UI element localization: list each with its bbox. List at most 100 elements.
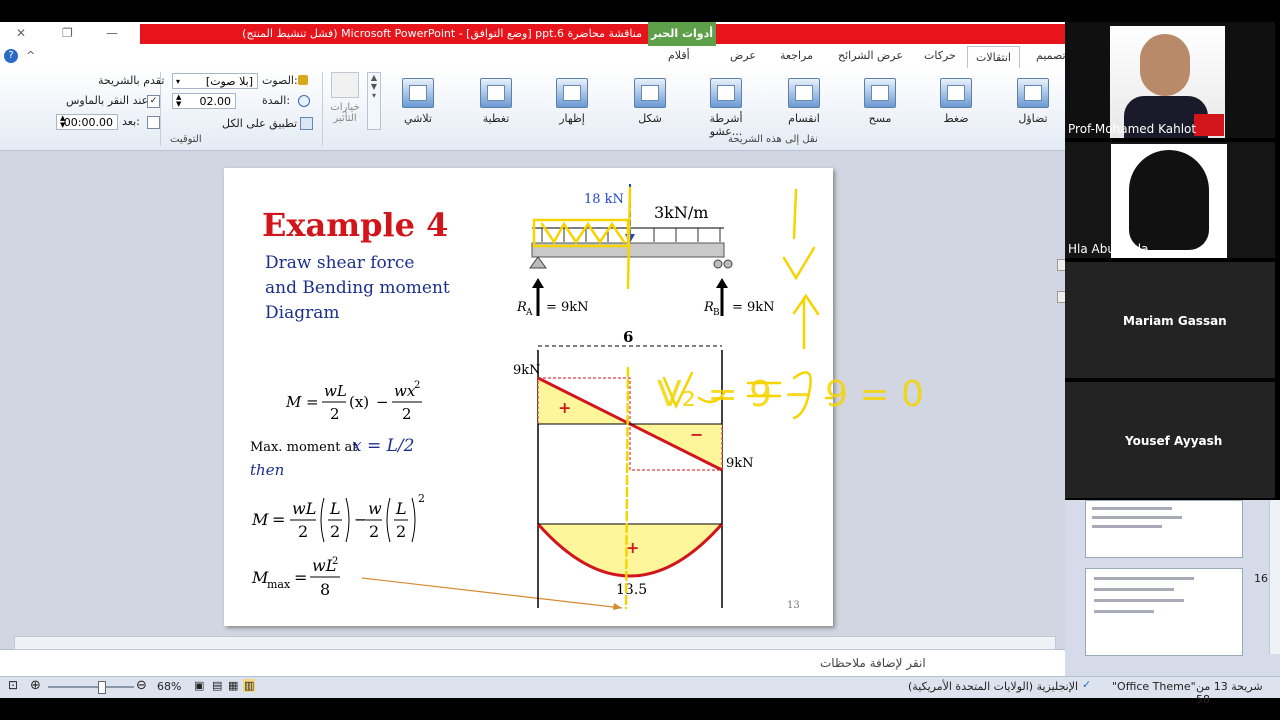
restore-icon[interactable]: ❐: [62, 26, 73, 40]
sorter-view-icon[interactable]: ▦: [228, 679, 238, 692]
apply-all-icon: [300, 117, 313, 130]
arrow-head: [613, 603, 622, 610]
svg-text:w: w: [368, 499, 382, 518]
transition-shape[interactable]: شكل: [620, 78, 680, 125]
slide-canvas[interactable]: Example 4 Draw shear force and Bending m…: [224, 168, 924, 626]
ink-tools-tab[interactable]: أدوات الحبر: [648, 22, 716, 46]
thumbnail-number: 16: [1254, 572, 1268, 585]
duration-label: المدة:: [262, 94, 291, 107]
slide-thumbnail[interactable]: [1085, 568, 1243, 656]
slideshow-view-icon[interactable]: ▣: [194, 679, 204, 692]
subtitle-line-3: Diagram: [265, 303, 339, 323]
reaction-b-label: = 9kN: [732, 300, 775, 315]
after-input[interactable]: ▲ ▼ 00:00.00: [56, 114, 118, 130]
transition-icon: [864, 78, 896, 108]
zoom-slider-thumb[interactable]: [98, 681, 106, 694]
transition-icon: [1017, 78, 1049, 108]
language-indicator[interactable]: الإنجليزية (الولايات المتحدة الأمريكية): [908, 680, 1078, 693]
notes-placeholder: انقر لإضافة ملاحظات: [820, 656, 926, 670]
moment-plus: +: [626, 538, 639, 557]
help-icon[interactable]: ?: [4, 49, 18, 63]
distributed-load-label: 3kN/m: [654, 203, 708, 222]
zoom-out-icon[interactable]: ⊖: [136, 678, 147, 693]
svg-text:=: =: [294, 568, 307, 587]
timing-group-label: التوقيت: [170, 134, 202, 145]
tab-review[interactable]: مراجعة: [780, 49, 813, 62]
max-moment-x: x = L/2: [352, 436, 414, 456]
transition-random-bars[interactable]: أشرطة عشو...: [696, 78, 756, 138]
roller-support: [723, 259, 733, 269]
svg-text:(x): (x): [349, 393, 369, 411]
horizontal-scrollbar[interactable]: [14, 636, 1056, 650]
reading-view-icon[interactable]: ▤: [212, 679, 222, 692]
video-participants-panel: Prof-Mohamed Kahlot Hla Abu Riala Mariam…: [1065, 22, 1280, 500]
tab-transitions[interactable]: انتقالات: [967, 46, 1020, 70]
reaction-b-arrowhead: [716, 278, 728, 288]
tab-pens[interactable]: أقلام: [668, 49, 690, 62]
avatar: [1111, 144, 1227, 258]
participant-tile[interactable]: Yousef Ayyash: [1065, 382, 1275, 498]
close-icon[interactable]: ✕: [16, 26, 26, 40]
tab-slideshow[interactable]: عرض الشرائح: [838, 49, 903, 62]
svg-text:2: 2: [418, 492, 425, 505]
transition-icon: [480, 78, 512, 108]
slide-thumbnail[interactable]: [1085, 500, 1243, 558]
slide-number: 13: [787, 600, 800, 611]
spell-check-icon[interactable]: ✓: [1082, 678, 1096, 692]
normal-view-icon[interactable]: ▥: [243, 679, 256, 692]
transition-uncover[interactable]: إظهار: [542, 78, 602, 125]
apply-all-button[interactable]: تطبيق على الكل: [222, 117, 297, 130]
zoom-level[interactable]: 68%: [157, 680, 181, 693]
transition-split[interactable]: انقسام: [774, 78, 834, 125]
on-click-checkbox[interactable]: ✓: [147, 95, 160, 108]
shear-plus: +: [558, 398, 571, 417]
span-label: 6: [623, 328, 633, 346]
svg-text:2: 2: [298, 522, 308, 541]
participant-tile[interactable]: Prof-Mohamed Kahlot: [1065, 22, 1275, 138]
zoom-in-icon[interactable]: ⊕: [30, 678, 41, 693]
svg-text:2: 2: [414, 380, 420, 391]
transition-wipe[interactable]: مسح: [850, 78, 910, 125]
transition-cover[interactable]: تغطية: [466, 78, 526, 125]
fit-slide-icon[interactable]: ⊡: [8, 678, 18, 692]
ink-handwriting: V₂ = 9 − 9 = 0: [657, 374, 924, 415]
status-bar: شريحة 13 من 58 "Office Theme" ✓ الإنجليز…: [0, 676, 1280, 706]
notes-pane[interactable]: انقر لإضافة ملاحظات: [0, 636, 1065, 677]
tab-view[interactable]: عرض: [730, 49, 756, 62]
transition-dissolve[interactable]: تلاشي: [388, 78, 448, 125]
tab-design[interactable]: تصميم: [1036, 49, 1066, 62]
transition-fade-through[interactable]: تضاؤل: [1003, 78, 1063, 125]
svg-text:2: 2: [332, 556, 338, 567]
svg-text:2: 2: [330, 522, 340, 541]
vertical-scrollbar[interactable]: [1269, 500, 1280, 654]
duration-input[interactable]: ▲ ▼ 02.00: [172, 93, 236, 109]
after-checkbox[interactable]: [147, 116, 160, 129]
zoom-slider[interactable]: [48, 686, 134, 688]
transition-push[interactable]: ضغط: [926, 78, 986, 125]
slide-thumbnails-panel: 16: [1065, 500, 1280, 656]
spinner-icon[interactable]: ▲ ▼: [176, 94, 181, 108]
moment-max-label: 13.5: [616, 582, 647, 598]
minimize-icon[interactable]: —: [106, 26, 118, 40]
tab-animations[interactable]: حركات: [924, 49, 956, 62]
transition-icon: [940, 78, 972, 108]
sound-select[interactable]: ▾ [بلا صوت]: [172, 73, 258, 89]
moment-formula: M = wL 2 (x) − wx2 2: [285, 380, 422, 423]
shear-right-label: 9kN: [726, 456, 754, 471]
participant-tile[interactable]: Mariam Gassan: [1065, 262, 1275, 378]
gallery-scroll[interactable]: ▲ ▼ ▾: [367, 72, 381, 130]
svg-text:max: max: [267, 578, 291, 591]
transition-icon: [788, 78, 820, 108]
reaction-a-label: = 9kN: [546, 300, 589, 315]
sound-label: الصوت:: [262, 74, 298, 87]
clock-icon: [298, 95, 310, 107]
transition-group-label: نقل إلى هذه الشريحة: [728, 134, 818, 145]
svg-text:A: A: [525, 308, 533, 318]
spinner-icon[interactable]: ▲ ▼: [60, 115, 65, 129]
collapse-ribbon-icon[interactable]: ^: [26, 49, 35, 62]
subtitle-line-1: Draw shear force: [265, 253, 414, 273]
reaction-a-arrowhead: [532, 278, 544, 288]
max-moment-text: Max. moment at: [250, 440, 358, 455]
participant-tile[interactable]: Hla Abu Riala: [1065, 142, 1275, 258]
effect-options-button[interactable]: خيارات التأثير: [330, 72, 360, 132]
